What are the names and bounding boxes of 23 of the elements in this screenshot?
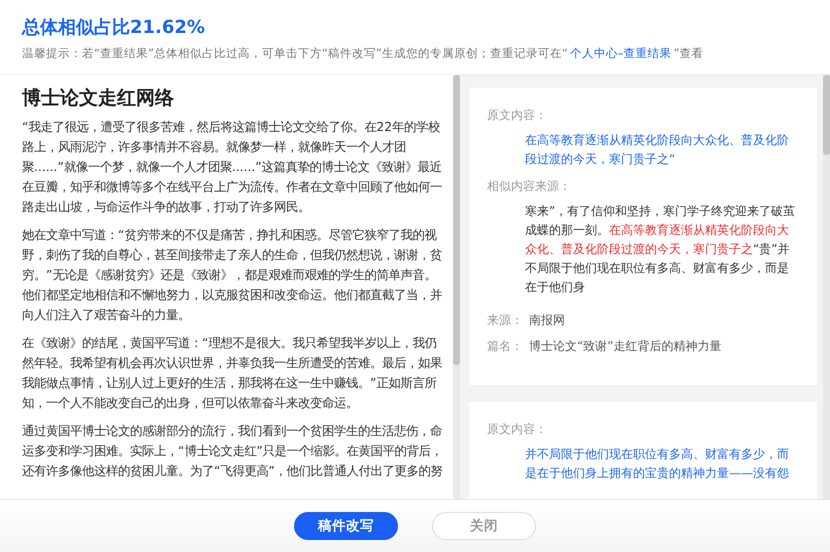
original-text: 在高等教育逐渐从精英化阶段向大众化、普及化阶段过渡的今天，寒门贵子之“: [524, 132, 790, 168]
scrollbar[interactable]: [823, 75, 830, 499]
field-label: 篇名：: [487, 338, 524, 355]
similar-text: 寒来”，有了信仰和坚持，寒门学子终究迎来了破茧成蝶的那一刻。在高等教育逐渐从精英化阶段向大众化、普及化阶段过渡的今天，寒门贵子之“贵”并不局限于他们现在职位有多高、财富有多少，而是在于他们身: [524, 203, 796, 296]
similarity-title: 总体相似占比21.62%: [22, 16, 206, 40]
source-name: 南报网: [529, 313, 565, 327]
record-link[interactable]: 个人中心–查重结果: [570, 46, 672, 60]
field-label: 相似内容来源：: [487, 178, 572, 195]
tip-text: 温馨提示：若“查重结果”总体相似占比过高，可单击下方“稿件改写”生成您的专属原创；查重记录可在“: [22, 46, 568, 60]
source-title: 博士论文“致谢”走红背后的精神力量: [529, 339, 722, 353]
original-text: 并不局限于他们现在职位有多高、财富有多少，而是在于他们身上拥有的宝贵的精神力量——没有怨: [524, 446, 790, 482]
field-label: 来源：: [487, 312, 524, 329]
article-paragraph: “我走了很远，遭受了很多苦难，然后将这篇博士论文交给了你。在22年的学校路上，风雨泥泞，许多事情并不容易。就像梦一样，就像昨天一个人才团聚......”就像一个梦，就像一个人才团聚......”这篇真挚的博士论文《致谢》最近在豆瓣，知乎和微博等多个在线平台上广为流传。作者在文章中回顾了他如何一路走出山坡，与命运作斗争的故事，打动了许多网民。: [22, 119, 443, 216]
rewrite-button[interactable]: 稿件改写: [294, 512, 398, 540]
field-label: 原文内容：: [487, 107, 548, 124]
scrollbar[interactable]: [453, 75, 460, 499]
article-paragraph: 在《致谢》的结尾，黄国平写道：“理想不是很大。我只希望我半岁以上，我仍然年轻。我希望有机会再次认识世界，并辜负我一生所遭受的苦难。最后，如果我能做点事情，让别人过上更好的生活，那我将在这一生中赚钱。”正如斯言所知，一个人不能改变自己的出身，但可以依靠奋斗来改变命运。: [22, 335, 443, 412]
article-paragraph: 她在文章中写道：“贫穷带来的不仅是痛苦，挣扎和困惑。尽管它狭窄了我的视野，刺伤了我的自尊心，甚至间接带走了亲人的生命，但我仍然想说，谢谢，贫穷。”无论是《感谢贫穷》还是《致谢》，都是艰难而艰难的学生的简单声音。他们都坚定地相信和不懈地努力，以克服贫困和改变命运。他们都直截了当，并向人们注入了艰苦奋斗的力量。: [22, 227, 443, 324]
field-label: 原文内容：: [487, 421, 548, 438]
article-title: 博士论文走红网络: [22, 86, 175, 111]
article-paragraph: 通过黄国平博士论文的感谢部分的流行，我们看到一个贫困学生的生活悲伤，命运多变和学习困难。实际上，“博士论文走红”只是一个缩影。在黄国平的背后，还有许多像他这样的贫困儿童。为了“飞得更高”，他们比普通人付出了更多的努: [22, 423, 444, 480]
close-button[interactable]: 关闭: [432, 512, 536, 540]
tip-text: ”查看: [674, 46, 704, 60]
